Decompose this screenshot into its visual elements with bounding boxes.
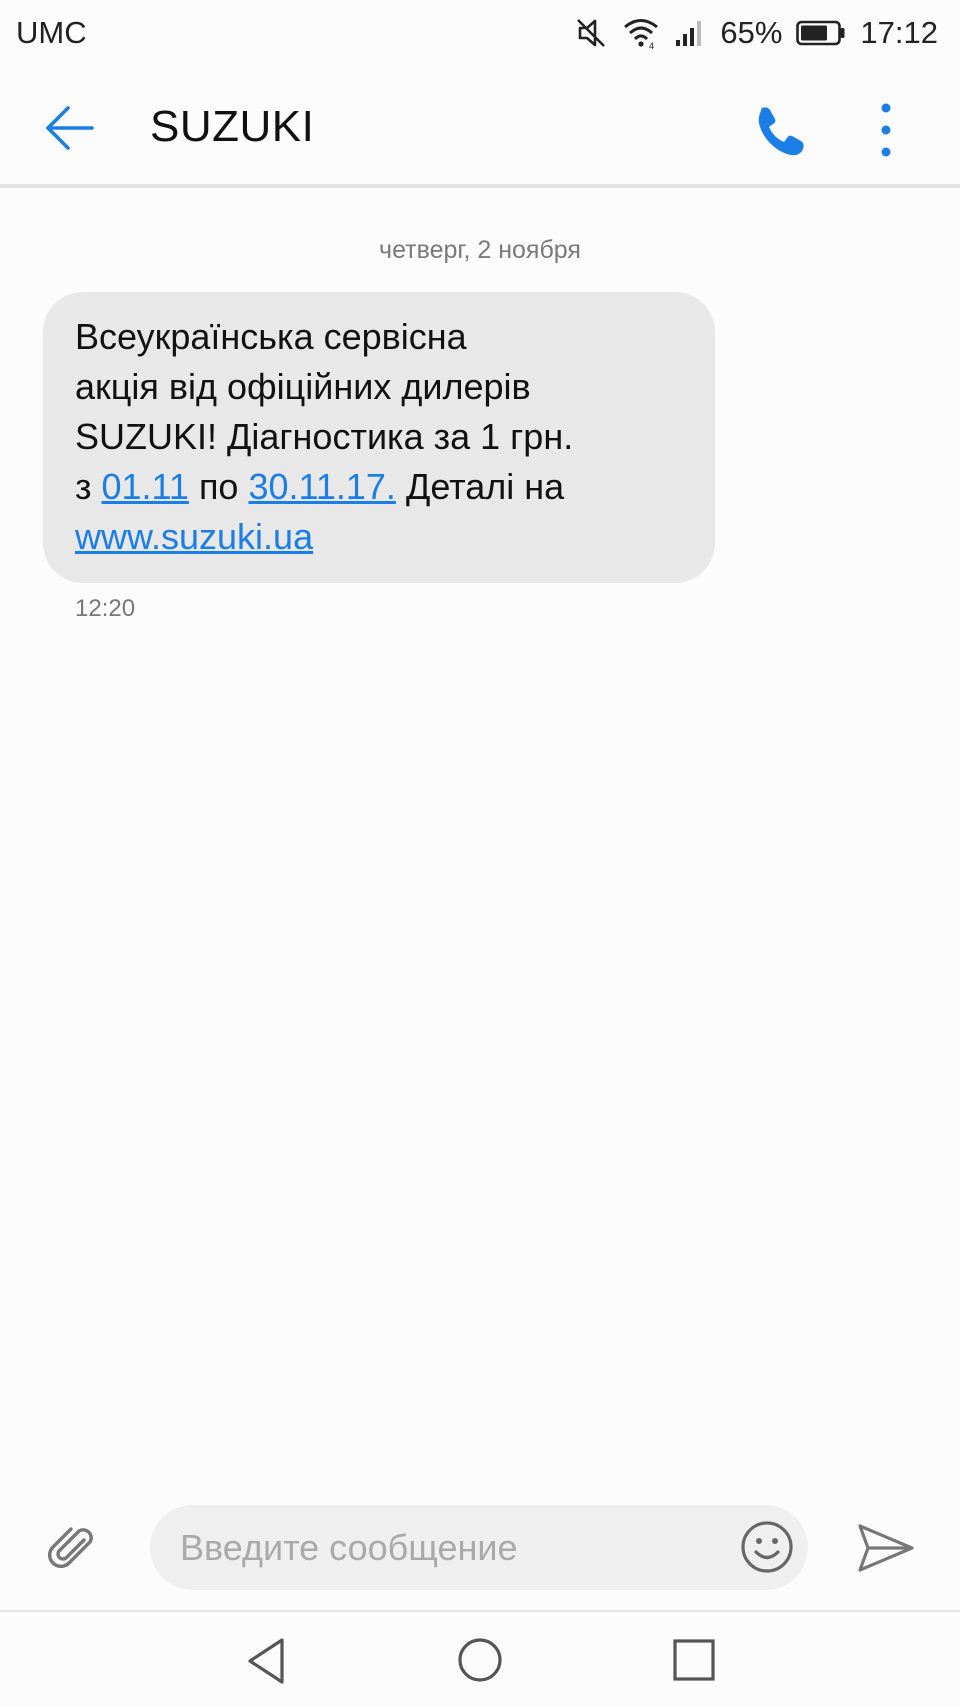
contact-name: SUZUKI xyxy=(150,102,315,151)
back-arrow-icon xyxy=(40,106,100,160)
message-text: Деталі на xyxy=(395,466,565,507)
nav-back-button[interactable] xyxy=(244,1636,288,1686)
emoji-button[interactable] xyxy=(739,1519,795,1575)
send-button[interactable] xyxy=(856,1518,916,1578)
nav-recents-icon xyxy=(672,1639,716,1686)
emoji-icon xyxy=(739,1521,795,1579)
signal-icon xyxy=(674,18,704,48)
wifi-icon: 4 xyxy=(622,16,660,50)
message-line: з 01.11 по 30.11.17. Деталі на xyxy=(75,462,685,512)
battery-percent: 65% xyxy=(720,15,783,50)
message-bubble[interactable]: Всеукраїнська сервісна акція від офіційн… xyxy=(43,292,715,583)
date-link-from[interactable]: 01.11 xyxy=(102,466,189,507)
nav-home-button[interactable] xyxy=(456,1636,504,1684)
message-line: www.suzuki.ua xyxy=(75,512,685,562)
phone-icon xyxy=(748,107,808,162)
message-text: з xyxy=(75,466,102,507)
back-button[interactable] xyxy=(40,100,100,156)
carrier-name: UMC xyxy=(16,15,87,50)
messaging-screen: UMC 4 65% 17:12 SUZUKI четверг, 2 ноября… xyxy=(0,0,960,1707)
battery-icon xyxy=(796,20,846,46)
call-button[interactable] xyxy=(748,102,808,158)
message-input[interactable] xyxy=(180,1505,700,1590)
attach-button[interactable] xyxy=(44,1520,102,1578)
paperclip-icon xyxy=(44,1527,102,1582)
message-timestamp: 12:20 xyxy=(75,595,136,622)
app-bar: SUZUKI xyxy=(0,66,960,188)
date-link-to[interactable]: 30.11.17. xyxy=(248,466,395,507)
status-icons: 4 65% 17:12 xyxy=(574,15,938,51)
message-input-container xyxy=(150,1505,808,1590)
more-options-button[interactable] xyxy=(868,100,904,160)
clock: 17:12 xyxy=(860,15,938,50)
nav-back-icon xyxy=(244,1638,288,1690)
mute-icon xyxy=(574,16,608,50)
date-divider: четверг, 2 ноября xyxy=(379,236,581,264)
message-line: акція від офіційних дилерів xyxy=(75,366,531,407)
message-line: Всеукраїнська сервісна xyxy=(75,316,467,357)
nav-home-icon xyxy=(456,1638,504,1688)
message-composer xyxy=(0,1500,960,1596)
send-icon xyxy=(856,1524,916,1582)
system-nav-bar xyxy=(0,1610,960,1707)
message-text: по xyxy=(188,466,249,507)
status-bar: UMC 4 65% 17:12 xyxy=(0,0,960,66)
more-vert-icon xyxy=(868,103,904,164)
message-line: SUZUKI! Діагностика за 1 грн. xyxy=(75,416,574,457)
svg-text:4: 4 xyxy=(649,41,654,50)
nav-recents-button[interactable] xyxy=(672,1638,716,1682)
website-link[interactable]: www.suzuki.ua xyxy=(75,516,313,557)
